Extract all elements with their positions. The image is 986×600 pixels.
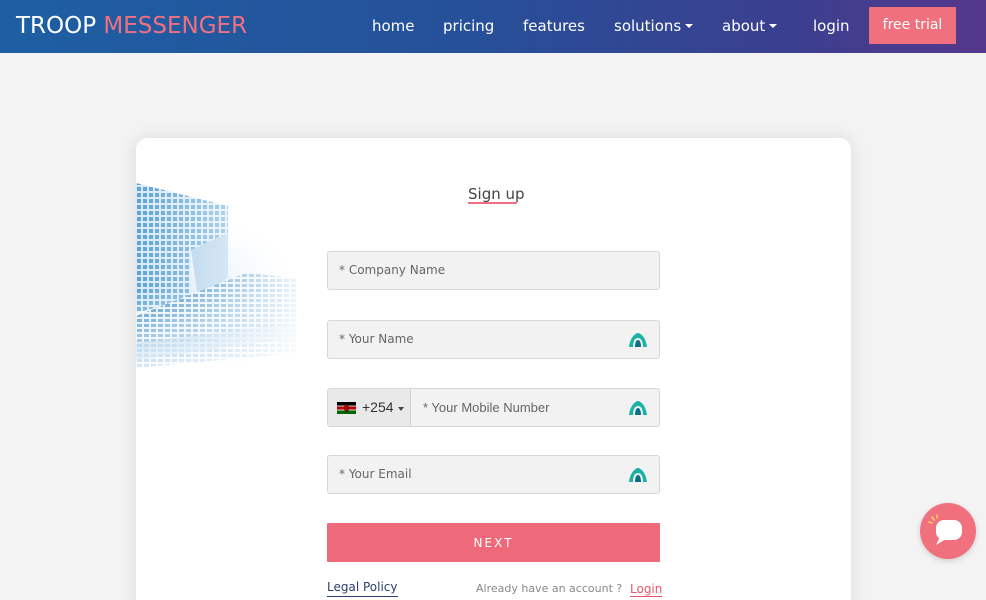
nav-solutions-label: solutions <box>614 17 682 35</box>
email-field[interactable]: * Your Email <box>327 455 660 494</box>
login-link[interactable]: Login <box>630 582 663 597</box>
next-button[interactable]: NEXT <box>327 523 660 562</box>
signup-card: Sign up * Company Name * Your Name +254 … <box>136 138 851 600</box>
kenya-flag-icon <box>337 402 356 414</box>
mobile-number-field[interactable]: +254 * Your Mobile Number <box>327 388 660 427</box>
cloud-key-icon[interactable] <box>628 400 648 416</box>
title-underline <box>468 202 517 204</box>
signup-title: Sign up <box>468 185 525 203</box>
logo-text-troop: TROOP <box>16 13 104 39</box>
free-trial-button[interactable]: free trial <box>869 7 956 44</box>
nav-about-label: about <box>722 17 766 35</box>
chevron-down-icon <box>769 23 778 28</box>
mobile-number-placeholder: * Your Mobile Number <box>423 400 550 415</box>
logo-text-messenger: MESSENGER <box>103 13 248 39</box>
chevron-down-icon <box>398 407 404 411</box>
legal-policy-link[interactable]: Legal Policy <box>327 580 398 597</box>
top-navbar: TROOP MESSENGER home pricing features so… <box>0 0 986 53</box>
your-name-placeholder: * Your Name <box>339 332 414 346</box>
building-illustration <box>136 138 314 388</box>
cloud-key-icon[interactable] <box>628 332 648 348</box>
nav-about[interactable]: about <box>722 17 778 35</box>
brand-logo[interactable]: TROOP MESSENGER <box>16 13 247 39</box>
email-placeholder: * Your Email <box>339 467 412 481</box>
nav-login[interactable]: login <box>813 17 850 35</box>
nav-features[interactable]: features <box>523 17 585 35</box>
chat-widget-button[interactable] <box>920 503 976 559</box>
company-name-placeholder: * Company Name <box>339 263 446 277</box>
chat-bubble-icon <box>928 514 962 545</box>
chevron-down-icon <box>685 23 694 28</box>
company-name-field[interactable]: * Company Name <box>327 251 660 290</box>
already-account-text: Already have an account ? <box>476 582 623 595</box>
country-code-select[interactable]: +254 <box>328 389 411 426</box>
nav-home[interactable]: home <box>372 17 415 35</box>
cloud-key-icon[interactable] <box>628 467 648 483</box>
nav-solutions[interactable]: solutions <box>614 17 694 35</box>
country-code-value: +254 <box>362 399 394 415</box>
nav-pricing[interactable]: pricing <box>443 17 494 35</box>
your-name-field[interactable]: * Your Name <box>327 320 660 359</box>
